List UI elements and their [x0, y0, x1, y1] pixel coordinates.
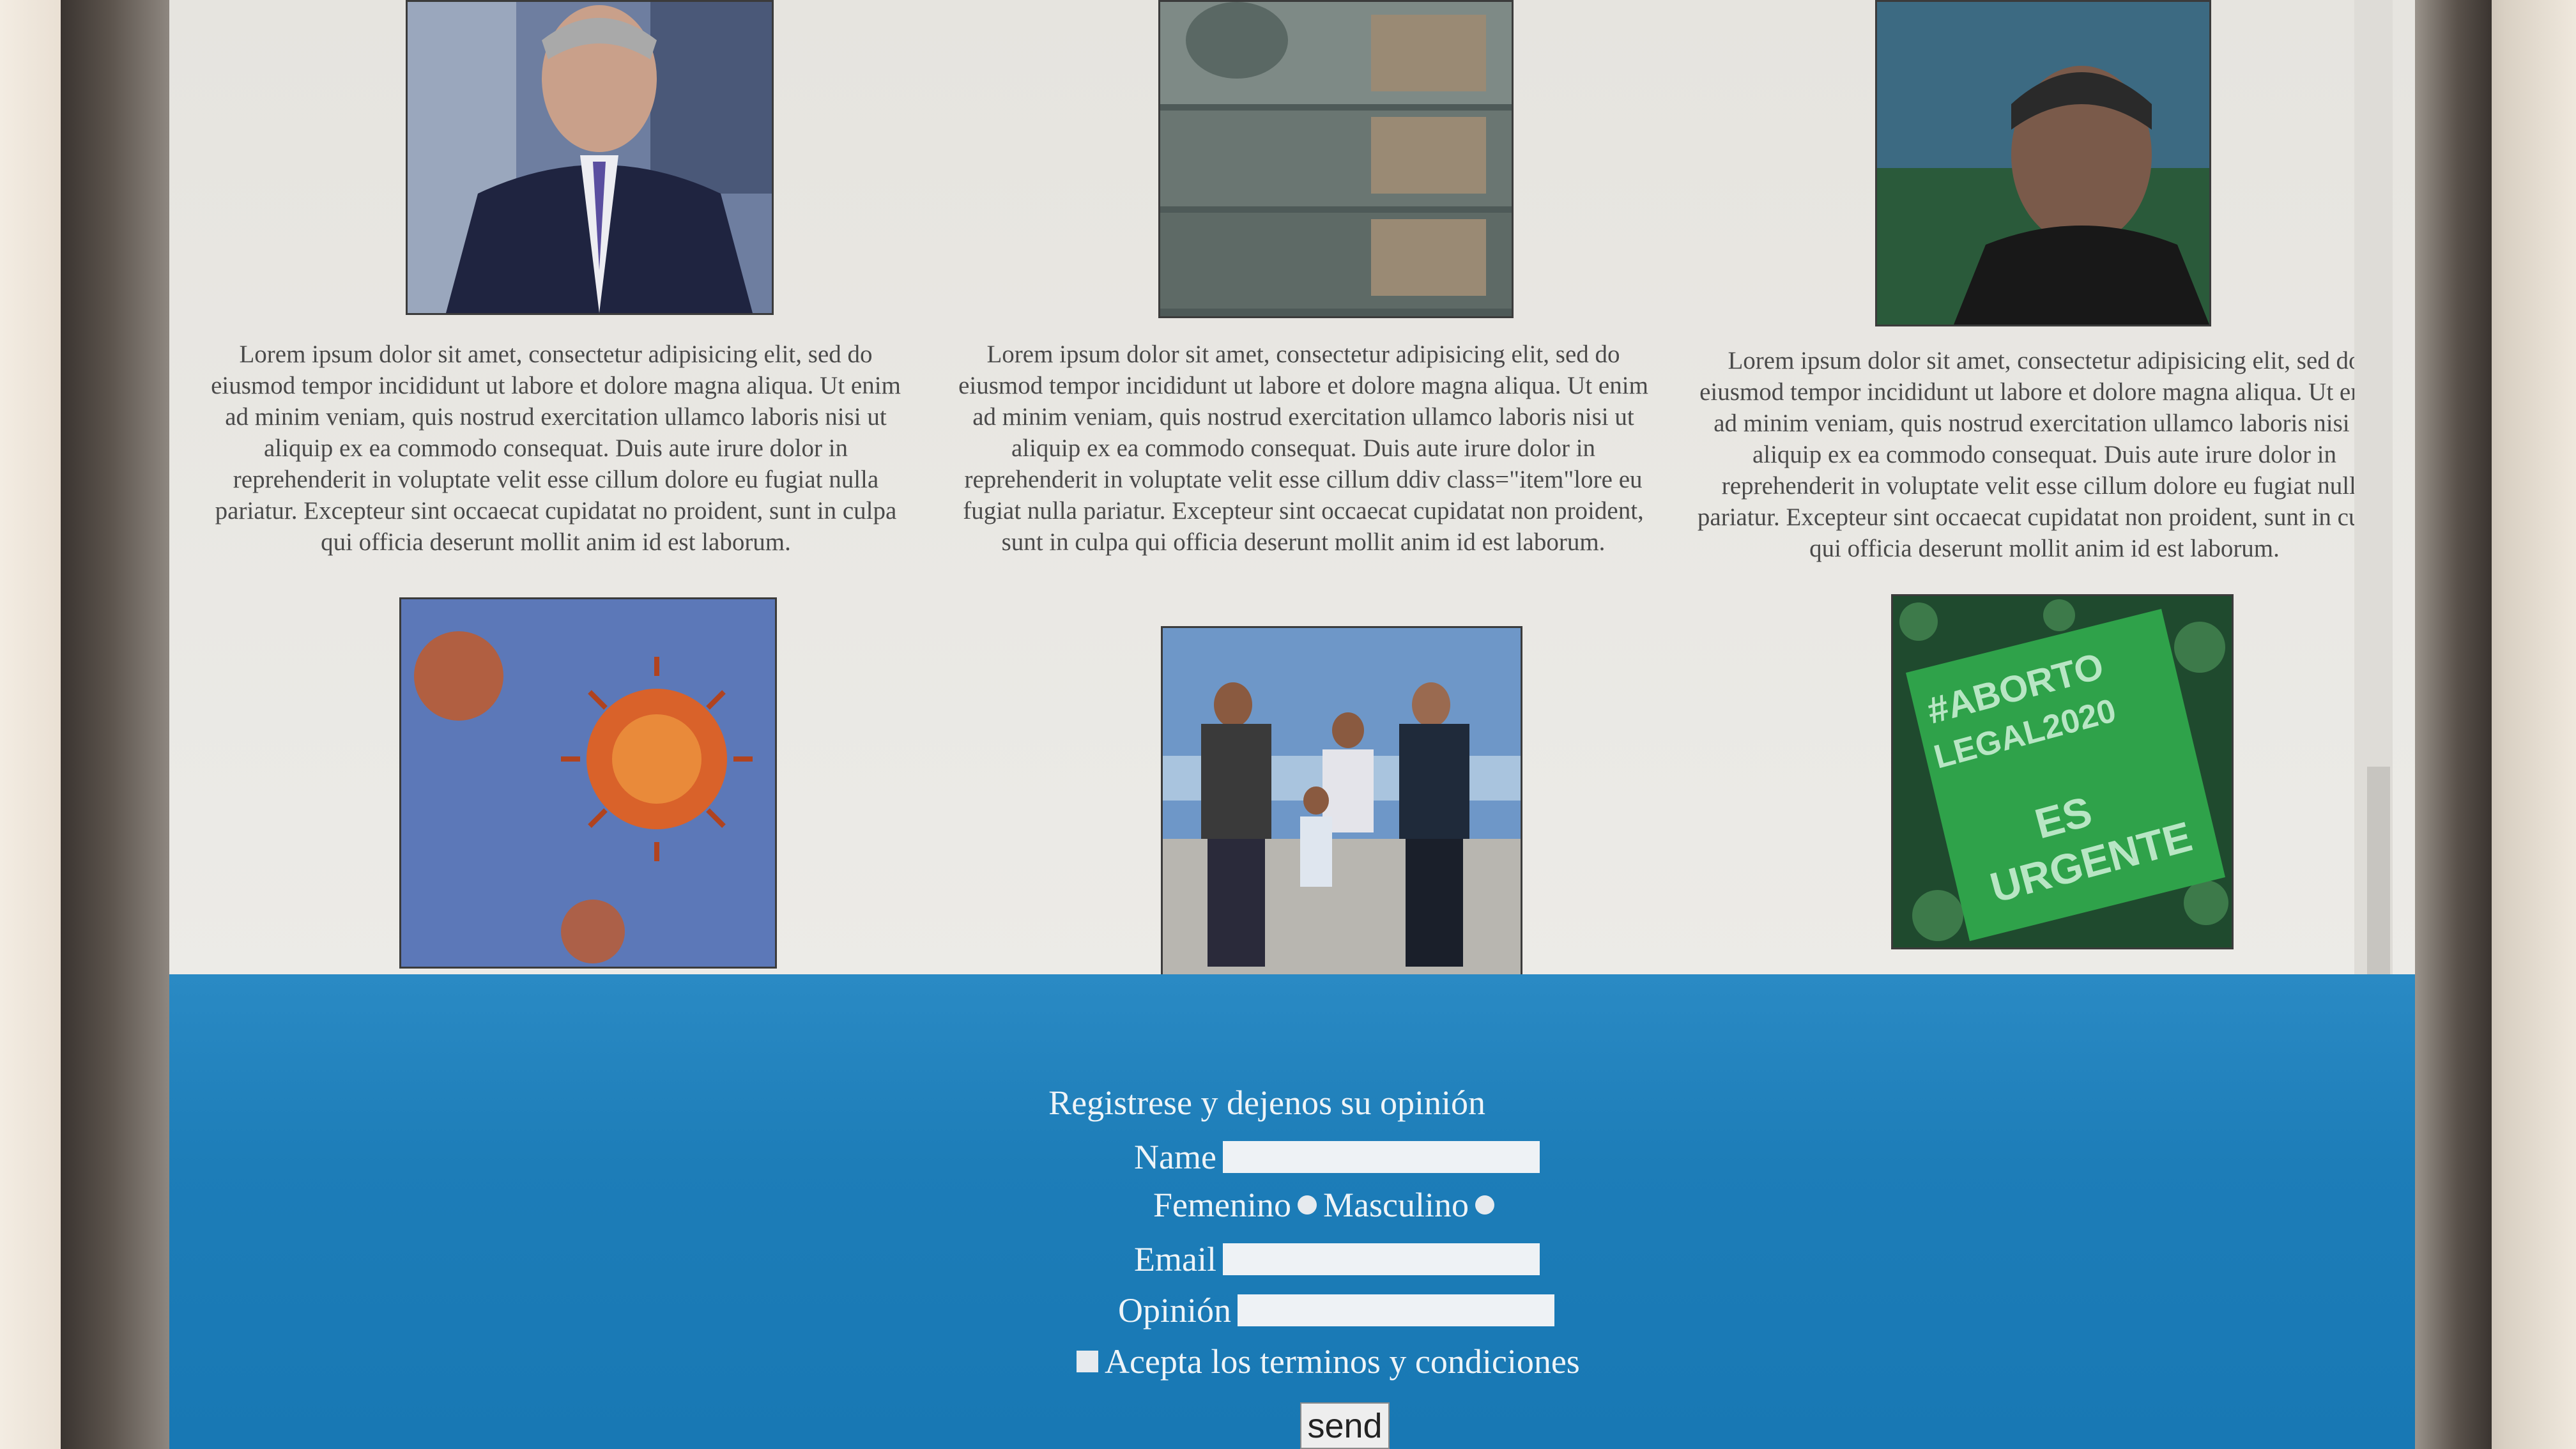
name-label: Name	[1134, 1138, 1216, 1176]
name-input[interactable]	[1222, 1141, 1540, 1173]
stadium-portrait-photo[interactable]	[1875, 0, 2211, 326]
opinion-label: Opinión	[1118, 1291, 1232, 1330]
opinion-row: Opinión	[1118, 1291, 1555, 1330]
gender-row: Femenino Masculino	[1153, 1185, 1494, 1225]
opinion-input[interactable]	[1238, 1294, 1555, 1326]
form-title: Registrese y dejenos su opinión	[1048, 1084, 1485, 1122]
male-radio[interactable]	[1475, 1195, 1494, 1215]
email-input[interactable]	[1222, 1243, 1540, 1275]
terms-checkbox[interactable]	[1077, 1351, 1098, 1372]
registration-footer: Registrese y dejenos su opinión Name Fem…	[169, 974, 2415, 1449]
article-grid: Lorem ipsum dolor sit amet, consectetur …	[208, 0, 2391, 991]
article-text: Lorem ipsum dolor sit amet, consectetur …	[211, 341, 901, 556]
terms-label: Acepta los terminos y condiciones	[1105, 1342, 1580, 1381]
email-label: Email	[1134, 1240, 1216, 1278]
page-scrollbar-thumb[interactable]	[2367, 767, 2390, 977]
politician-photo[interactable]	[406, 0, 774, 315]
monitor-bezel-left	[61, 0, 169, 1449]
browser-viewport: Lorem ipsum dolor sit amet, consectetur …	[169, 0, 2415, 1449]
female-radio[interactable]	[1297, 1195, 1317, 1215]
name-row: Name	[1134, 1137, 1540, 1177]
article-text: Lorem ipsum dolor sit amet, consectetur …	[1697, 347, 2392, 562]
male-label: Masculino	[1322, 1186, 1469, 1224]
female-label: Femenino	[1153, 1186, 1291, 1224]
aborto-legal-poster[interactable]: #ABORTO LEGAL2020 ES URGENTE	[1891, 594, 2234, 949]
article-column-3: Lorem ipsum dolor sit amet, consectetur …	[1696, 0, 2393, 984]
send-button[interactable]: send	[1300, 1402, 1390, 1449]
monitor-bezel-right	[2415, 0, 2492, 1449]
article-text: Lorem ipsum dolor sit amet, consectetur …	[958, 341, 1648, 556]
news-page: Lorem ipsum dolor sit amet, consectetur …	[169, 0, 2415, 991]
email-row: Email	[1134, 1239, 1540, 1279]
terms-row: Acepta los terminos y condiciones	[1077, 1342, 1580, 1381]
banknotes-photo[interactable]	[1158, 0, 1514, 318]
police-masks-photo[interactable]	[1161, 626, 1522, 991]
article-column-2: Lorem ipsum dolor sit amet, consectetur …	[955, 0, 1652, 991]
opinion-form: Registrese y dejenos su opinión Name Fem…	[169, 974, 2415, 1449]
virus-image[interactable]	[399, 597, 777, 969]
article-column-1: Lorem ipsum dolor sit amet, consectetur …	[208, 0, 904, 984]
